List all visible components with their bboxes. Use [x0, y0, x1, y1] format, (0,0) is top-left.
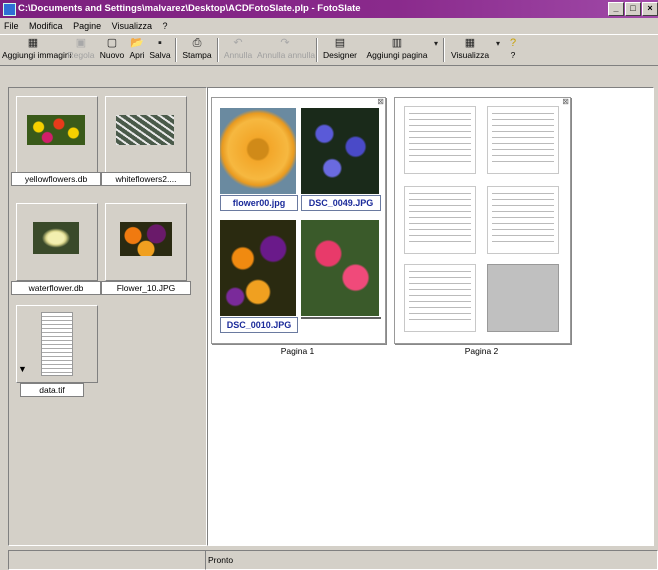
- undo-button[interactable]: ↶ Annulla: [221, 37, 255, 63]
- adjust-button[interactable]: ▣ Regola: [66, 37, 96, 63]
- add-images-icon: ▦: [27, 37, 39, 49]
- photo-caption: DSC_0010.JPG: [220, 317, 298, 333]
- menu-bar: File Modifica Pagine Visualizza ?: [0, 18, 658, 34]
- empty-cell[interactable]: [487, 264, 559, 332]
- document-cell[interactable]: [404, 186, 476, 254]
- thumbnail-caption: yellowflowers.db: [11, 172, 101, 186]
- photo-caption: DSC_0049.JPG: [301, 195, 381, 211]
- new-document-icon: ▢: [106, 37, 118, 49]
- photo-caption-empty: [301, 317, 381, 319]
- open-folder-icon: 📂: [130, 37, 144, 49]
- menu-pagine[interactable]: Pagine: [69, 18, 105, 34]
- status-bar: Pronto: [0, 548, 658, 570]
- menu-modifica[interactable]: Modifica: [25, 18, 67, 34]
- app-icon[interactable]: [3, 3, 16, 16]
- view-dropdown[interactable]: ▾: [494, 37, 502, 63]
- view-icon: ▦: [464, 37, 476, 49]
- photo-caption: flower00.jpg: [220, 195, 298, 211]
- document-image-icon: [41, 312, 73, 376]
- page-label: Pagina 2: [464, 346, 499, 356]
- designer-icon: ▤: [334, 37, 346, 49]
- thumbnail-flower10[interactable]: [105, 203, 187, 281]
- redo-button[interactable]: ↷ Annulla annulla: [257, 37, 315, 63]
- toolbar-separator: [443, 38, 445, 62]
- pansy-image-icon: [120, 222, 172, 256]
- image-browser-panel[interactable]: yellowflowers.db whiteflowers2.... water…: [8, 87, 207, 546]
- photo-dsc0049[interactable]: [301, 108, 379, 194]
- photo-dsc0010[interactable]: [220, 220, 296, 316]
- dropdown-arrow-icon: ▾: [495, 39, 500, 48]
- document-cell[interactable]: [487, 186, 559, 254]
- flowers-image-icon: [27, 115, 85, 145]
- thumbnail-waterflower[interactable]: [16, 203, 98, 281]
- document-cell[interactable]: [404, 106, 476, 174]
- document-cell[interactable]: [487, 106, 559, 174]
- status-left: [8, 550, 206, 570]
- add-page-icon: ▥: [391, 37, 403, 49]
- redo-icon: ↷: [280, 37, 290, 49]
- printer-icon: ⎙: [192, 37, 202, 49]
- add-page-button[interactable]: ▥ Aggiungi pagina: [363, 37, 431, 63]
- toolbar-separator: [217, 38, 219, 62]
- menu-file[interactable]: File: [0, 18, 23, 34]
- thumbnail-caption: waterflower.db: [11, 281, 101, 295]
- toolbar-separator: [175, 38, 177, 62]
- thumbnail-data-tif[interactable]: ▼: [16, 305, 98, 383]
- page-preview-area[interactable]: ⊠ flower00.jpg DSC_0049.JPG DSC_0010.JPG…: [207, 87, 654, 546]
- close-button[interactable]: ×: [642, 2, 658, 16]
- adjust-icon: ▣: [75, 37, 87, 49]
- help-icon: ?: [509, 37, 517, 49]
- menu-help[interactable]: ?: [158, 18, 171, 34]
- water-lily-image-icon: [33, 222, 79, 254]
- toolbar-separator: [316, 38, 318, 62]
- thumbnail-whiteflowers2[interactable]: [105, 96, 187, 174]
- close-icon[interactable]: ⊠: [562, 98, 569, 106]
- page-1[interactable]: ⊠ flower00.jpg DSC_0049.JPG DSC_0010.JPG: [211, 97, 386, 344]
- thumbnail-caption: Flower_10.JPG: [101, 281, 191, 295]
- maximize-button[interactable]: □: [625, 2, 641, 16]
- dropdown-arrow-icon: ▾: [433, 39, 438, 48]
- print-button[interactable]: ⎙ Stampa: [180, 37, 214, 63]
- floppy-disk-icon: ▪: [158, 37, 162, 49]
- menu-visualizza[interactable]: Visualizza: [108, 18, 156, 34]
- photo-flower00[interactable]: [220, 108, 296, 194]
- designer-button[interactable]: ▤ Designer: [320, 37, 360, 63]
- add-page-dropdown[interactable]: ▾: [432, 37, 440, 63]
- save-button[interactable]: ▪ Salva: [148, 37, 172, 63]
- open-button[interactable]: 📂 Apri: [127, 37, 147, 63]
- page-label: Pagina 1: [280, 346, 315, 356]
- undo-icon: ↶: [233, 37, 243, 49]
- status-text: Pronto: [205, 550, 658, 570]
- thumbnail-caption: whiteflowers2....: [101, 172, 191, 186]
- page-2[interactable]: ⊠: [394, 97, 571, 344]
- close-icon[interactable]: ⊠: [377, 98, 384, 106]
- help-button[interactable]: ? ?: [506, 37, 520, 63]
- view-button[interactable]: ▦ Visualizza: [448, 37, 492, 63]
- add-images-button[interactable]: ▦ Aggiungi immagini: [2, 37, 71, 63]
- expand-arrow-icon[interactable]: ▼: [18, 364, 27, 374]
- title-bar: C:\Documents and Settings\malvarez\Deskt…: [0, 0, 658, 18]
- minimize-button[interactable]: _: [608, 2, 624, 16]
- thumbnail-caption: data.tif: [20, 383, 84, 397]
- document-cell[interactable]: [404, 264, 476, 332]
- window-title: C:\Documents and Settings\malvarez\Deskt…: [18, 3, 361, 14]
- photo-pink-flower[interactable]: [301, 220, 379, 316]
- toolbar: ▦ Aggiungi immagini ▣ Regola ▢ Nuovo 📂 A…: [0, 34, 658, 66]
- thumbnail-yellowflowers[interactable]: [16, 96, 98, 174]
- new-button[interactable]: ▢ Nuovo: [98, 37, 126, 63]
- white-flower-image-icon: [116, 115, 174, 145]
